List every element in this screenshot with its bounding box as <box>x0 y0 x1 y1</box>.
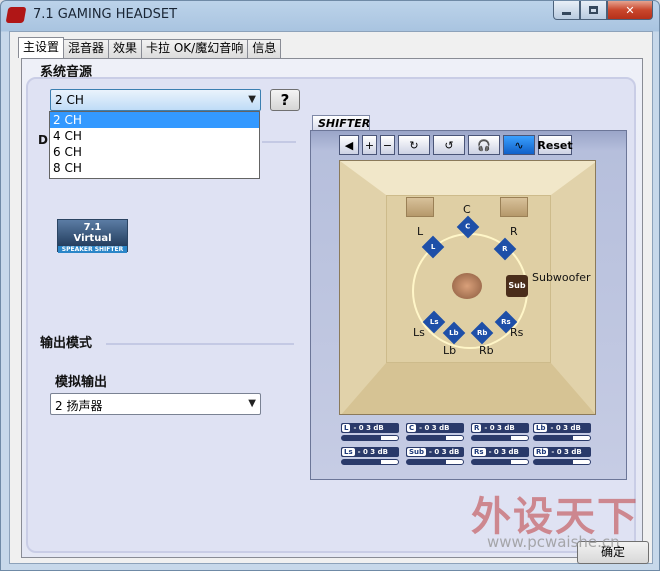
tab-info[interactable]: 信息 <box>247 39 282 58</box>
channel-level-ls[interactable]: Ls - 0 3 dB <box>341 447 399 468</box>
listener-head-icon <box>452 273 482 299</box>
virtual-room[interactable]: C C L L R R Sub Subwoofer Ls Ls Rs Rs Lb… <box>339 160 596 415</box>
speaker-label-r: R <box>510 225 518 238</box>
rotate-cw-icon[interactable]: ↻ <box>398 135 430 155</box>
plus-icon[interactable]: + <box>362 135 377 155</box>
speaker-label-c: C <box>463 203 471 216</box>
speaker-label-l: L <box>417 225 424 238</box>
app-icon <box>5 7 27 23</box>
channel-level-r[interactable]: R- 0 3 dB <box>471 423 529 444</box>
tab-main-settings[interactable]: 主设置 <box>18 37 65 58</box>
close-button[interactable]: ✕ <box>607 1 653 20</box>
output-select[interactable]: 2 扬声器 ▼ <box>50 393 261 415</box>
shifter-tab[interactable]: SHIFTER <box>312 115 370 131</box>
output-sublabel: 模拟输出 <box>55 375 108 390</box>
title-bar[interactable]: 7.1 GAMING HEADSET ✕ <box>1 1 659 31</box>
maximize-button[interactable] <box>580 1 607 20</box>
source-selected-value: 2 CH <box>55 93 84 107</box>
channel-level-lb[interactable]: Lb - 0 3 dB <box>533 423 591 444</box>
source-dropdown-list: 2 CH 4 CH 6 CH 8 CH <box>49 111 260 179</box>
watermark-url: www.pcwaishe.cn <box>487 533 620 551</box>
speaker-sub[interactable]: Sub <box>506 275 528 297</box>
speaker-mute-icon[interactable]: ◀ <box>339 135 359 155</box>
tab-effects[interactable]: 效果 <box>108 39 143 58</box>
tab-mixer[interactable]: 混音器 <box>63 39 110 58</box>
close-icon: ✕ <box>625 3 635 17</box>
minimize-icon <box>562 11 571 15</box>
speaker-shifter: ◀ + − ↻ ↺ 🎧 ∿ Reset C C L L R R Sub Subw… <box>310 130 627 480</box>
divider <box>262 141 296 143</box>
shifter-toolbar: ◀ + − ↻ ↺ 🎧 ∿ Reset <box>339 135 573 155</box>
rotate-ccw-icon[interactable]: ↺ <box>433 135 465 155</box>
reset-button[interactable]: Reset <box>537 135 573 155</box>
minimize-button[interactable] <box>553 1 580 20</box>
window-title: 7.1 GAMING HEADSET <box>33 7 178 22</box>
chevron-down-icon: ▼ <box>248 398 256 409</box>
source-select[interactable]: 2 CH ▼ <box>50 89 261 111</box>
source-option[interactable]: 4 CH <box>50 128 259 144</box>
help-button[interactable]: ? <box>270 89 300 111</box>
virtual-speaker-logo: 7.1 Virtual SPEAKER SHIFTER <box>57 219 128 253</box>
channel-level-sub[interactable]: Sub - 0 3 dB <box>406 447 464 468</box>
channel-level-rs[interactable]: Rs - 0 3 dB <box>471 447 529 468</box>
tab-karaoke[interactable]: 卡拉 OK/魔幻音响 <box>141 39 249 58</box>
speaker-label-lb: Lb <box>443 344 457 357</box>
front-speaker-box <box>500 197 528 217</box>
app-window: 7.1 GAMING HEADSET ✕ 主设置 混音器 效果 卡拉 OK/魔幻… <box>0 0 660 571</box>
headphone-icon[interactable]: 🎧 <box>468 135 500 155</box>
speaker-label-rb: Rb <box>479 344 494 357</box>
source-option[interactable]: 2 CH <box>50 112 259 128</box>
channel-level-c[interactable]: C- 0 3 dB <box>406 423 464 444</box>
chevron-down-icon: ▼ <box>248 94 256 105</box>
output-selected-value: 2 扬声器 <box>55 399 103 413</box>
source-option[interactable]: 8 CH <box>50 160 259 176</box>
maximize-icon <box>589 6 598 14</box>
minus-icon[interactable]: − <box>380 135 395 155</box>
speaker-label-ls: Ls <box>413 326 425 339</box>
subwoofer-label: Subwoofer <box>532 271 591 284</box>
front-speaker-box <box>406 197 434 217</box>
hidden-label-fragment: D <box>38 133 48 147</box>
speaker-label-rs: Rs <box>510 326 524 339</box>
wave-icon[interactable]: ∿ <box>503 135 535 155</box>
tab-strip: 主设置 混音器 效果 卡拉 OK/魔幻音响 信息 <box>18 37 282 58</box>
output-heading: 输出模式 <box>40 336 93 351</box>
channel-level-l[interactable]: L- 0 3 dB <box>341 423 399 444</box>
source-option[interactable]: 6 CH <box>50 144 259 160</box>
channel-level-rb[interactable]: Rb - 0 3 dB <box>533 447 591 468</box>
divider <box>106 343 294 345</box>
